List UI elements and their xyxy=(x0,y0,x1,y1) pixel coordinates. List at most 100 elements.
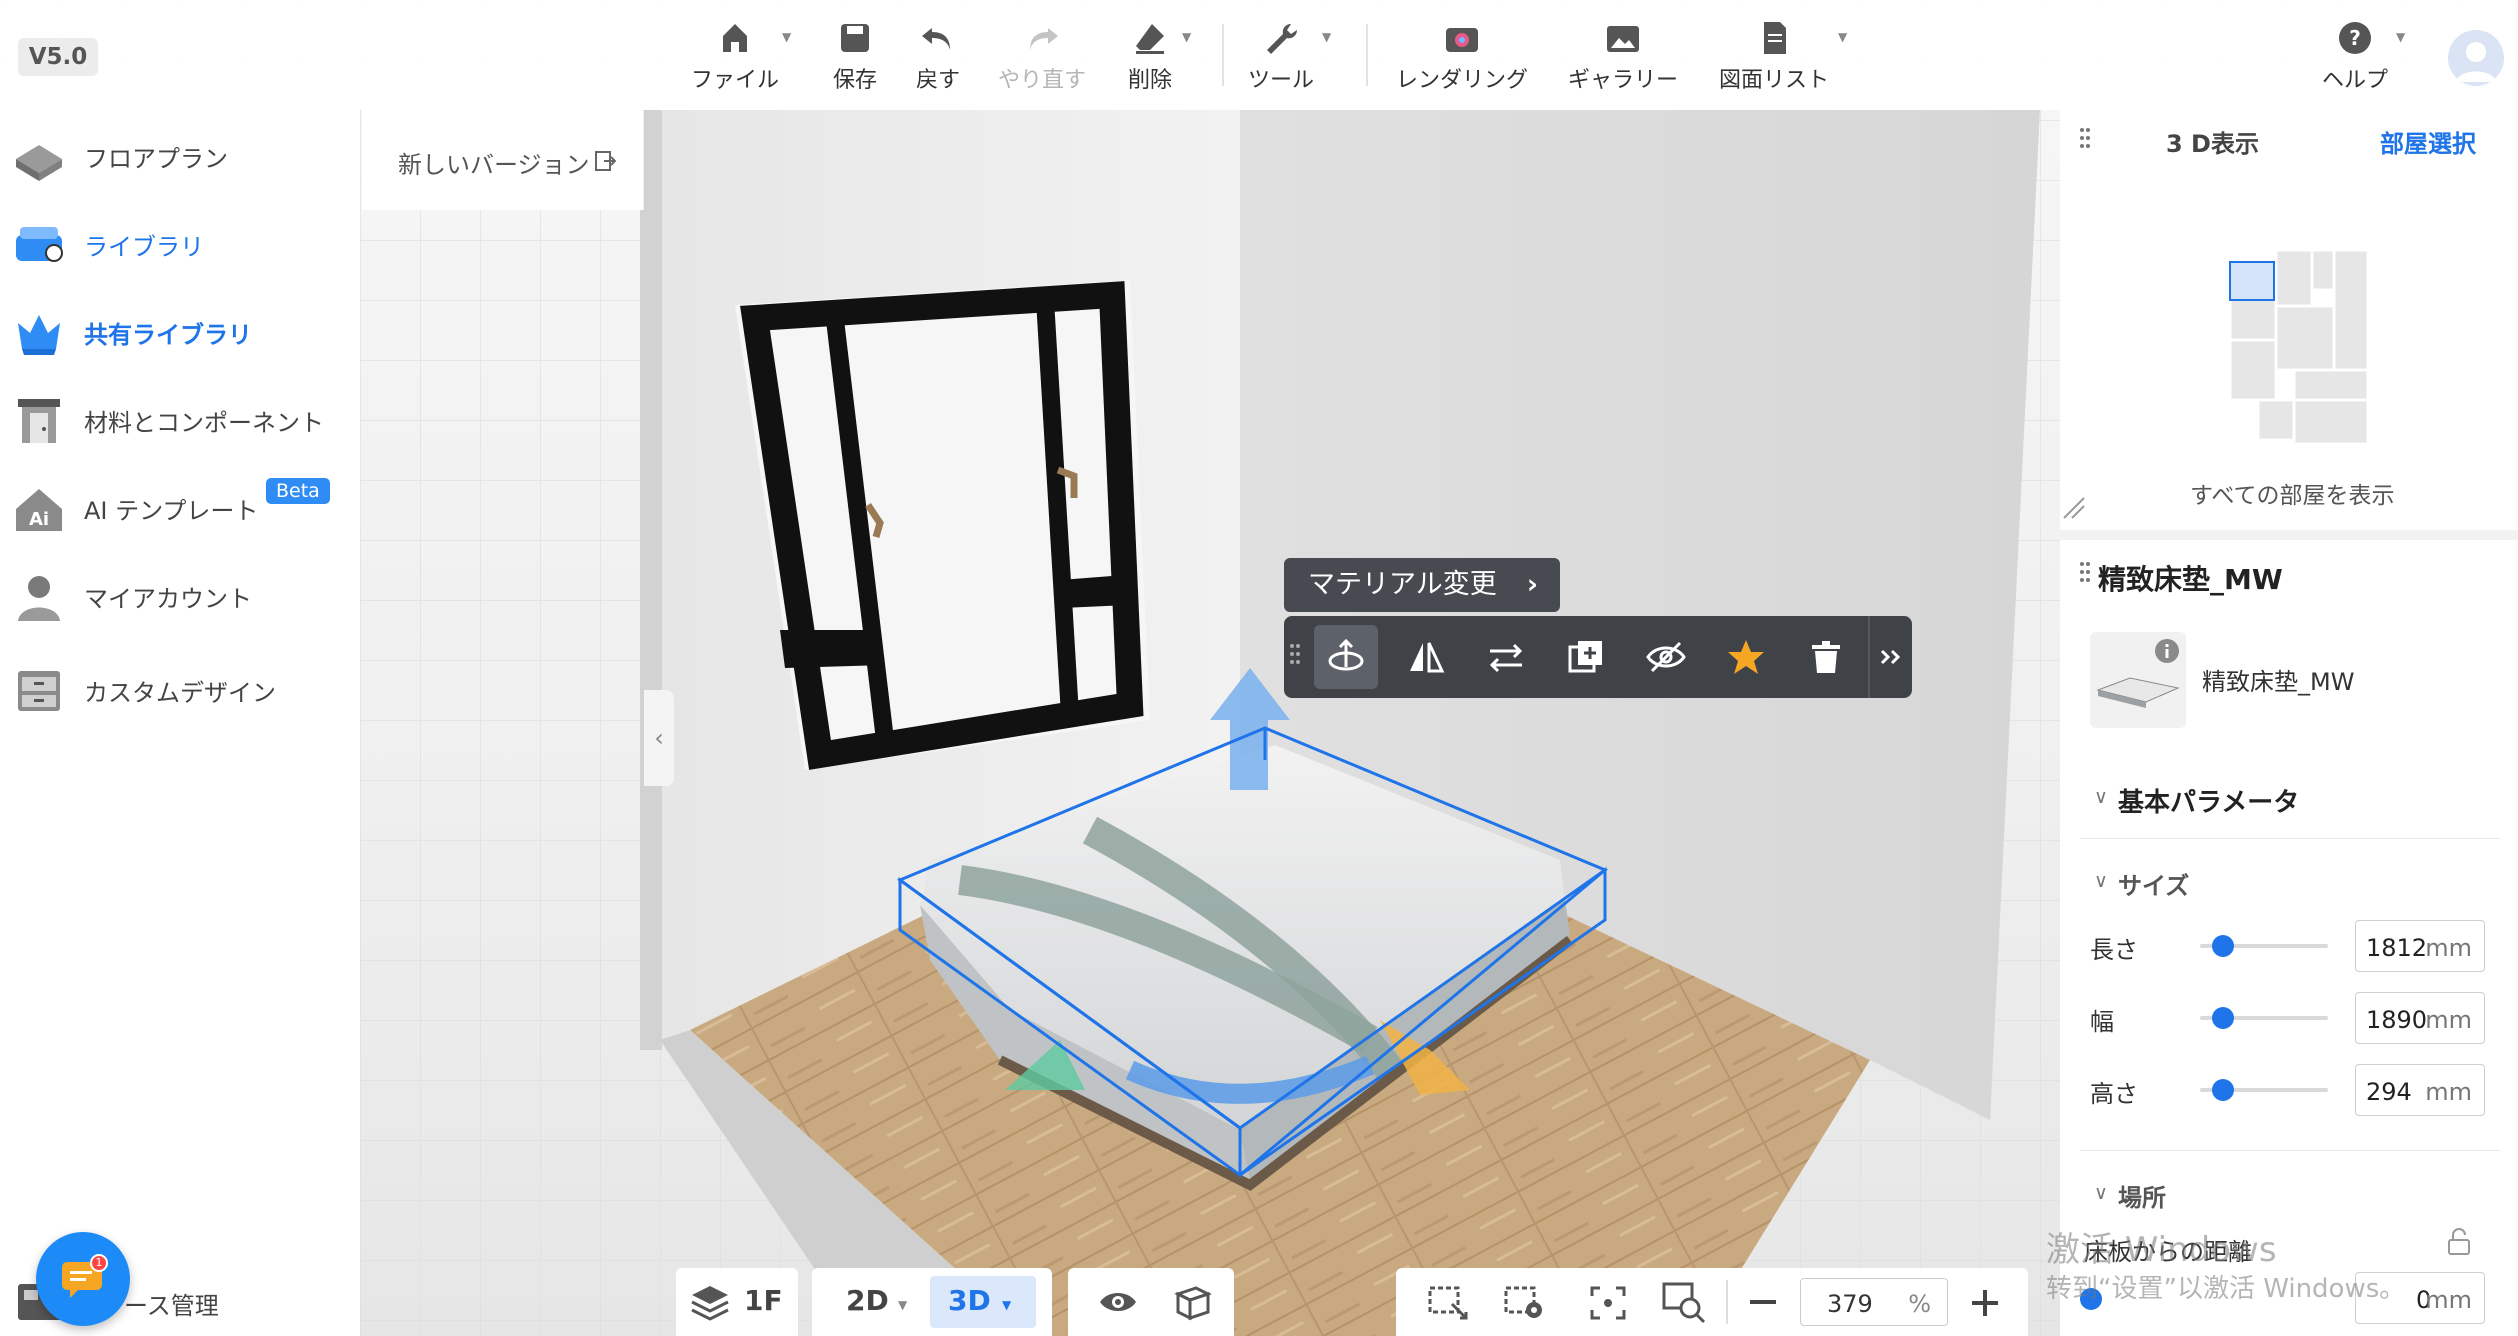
sidebar-item-shared-library[interactable]: 共有ライブラリ xyxy=(12,302,352,362)
svg-text:?: ? xyxy=(2349,26,2361,50)
zoom-search-icon[interactable] xyxy=(1662,1282,1706,1324)
width-input[interactable]: 1890 mm xyxy=(2355,992,2485,1044)
undo-icon xyxy=(922,28,950,50)
watermark-line1: 激活 Windows xyxy=(2046,1230,2277,1270)
drag-handle-icon[interactable] xyxy=(2080,560,2090,588)
expand-toolbar-button[interactable] xyxy=(1872,625,1910,689)
mirror-button[interactable] xyxy=(1394,625,1458,689)
width-slider-knob[interactable] xyxy=(2212,1007,2234,1029)
trash-icon xyxy=(1812,641,1840,673)
length-slider-knob[interactable] xyxy=(2212,935,2234,957)
room-select-link[interactable]: 部屋選択 xyxy=(2380,124,2476,159)
chevron-down-icon[interactable]: ∨ xyxy=(2094,870,2108,892)
delete-object-button[interactable] xyxy=(1794,625,1858,689)
tools-menu-button[interactable]: ツール xyxy=(1246,18,1316,98)
sidebar-item-library[interactable]: ライブラリ xyxy=(12,214,352,274)
resize-handle-icon[interactable] xyxy=(2062,496,2086,520)
library-icon xyxy=(16,227,63,262)
room-minimap[interactable] xyxy=(2228,250,2368,450)
view-settings-icon[interactable] xyxy=(1502,1284,1546,1322)
hide-button[interactable] xyxy=(1634,625,1698,689)
sidebar-item-materials[interactable]: 材料とコンポーネント xyxy=(12,390,352,450)
help-icon: ? xyxy=(2339,22,2371,54)
gallery-button[interactable]: ギャラリー xyxy=(1566,18,1680,98)
duplicate-button[interactable] xyxy=(1554,625,1618,689)
beta-badge: Beta xyxy=(266,478,330,504)
floor-selector[interactable]: 1F xyxy=(676,1268,798,1336)
delete-button[interactable]: 削除 xyxy=(1120,18,1180,98)
toolbar-divider xyxy=(1222,24,1224,86)
favorite-button[interactable] xyxy=(1714,625,1778,689)
focus-icon[interactable] xyxy=(1588,1284,1628,1322)
version-badge: V5.0 xyxy=(18,38,98,76)
height-slider-knob[interactable] xyxy=(2212,1079,2234,1101)
wrench-icon xyxy=(1267,23,1298,54)
object-title: 精致床垫_MW xyxy=(2098,563,2283,596)
chevron-down-icon[interactable]: ∨ xyxy=(2094,1182,2108,1204)
undo-button[interactable]: 戻す xyxy=(903,18,973,98)
zoom-in-icon[interactable] xyxy=(1970,1288,2000,1318)
unlock-icon[interactable] xyxy=(2446,1226,2472,1256)
delete-caret-icon: ▼ xyxy=(1182,30,1192,44)
info-icon[interactable] xyxy=(2154,638,2180,664)
watermark-line2: 转到“设置”以激活 Windows。 xyxy=(2046,1274,2406,1304)
view-2d-caret-icon[interactable]: ▼ xyxy=(898,1298,907,1312)
redo-button[interactable]: やり直す xyxy=(992,18,1092,98)
chevron-down-icon[interactable]: ∨ xyxy=(2094,786,2108,808)
swap-button[interactable] xyxy=(1474,625,1538,689)
drawing-list-caret-icon: ▼ xyxy=(1838,30,1848,44)
rotate-button[interactable] xyxy=(1314,625,1378,689)
toolbar-divider xyxy=(1366,24,1368,86)
drawing-list-button[interactable]: 図面リスト xyxy=(1716,18,1832,98)
location-section-header[interactable]: 場所 xyxy=(2118,1178,2166,1213)
collapse-sidebar-button[interactable]: ‹ xyxy=(644,690,674,786)
resource-manage-label[interactable]: ース管理 xyxy=(124,1286,219,1321)
length-input[interactable]: 1812 mm xyxy=(2355,920,2485,972)
box-view-icon[interactable] xyxy=(1172,1282,1212,1322)
chat-support-button[interactable]: 1 xyxy=(36,1232,130,1326)
top-toolbar: V5.0 ファイル ▼ 保存 戻す やり直す 削除 ▼ ツール ▼ レンダリング… xyxy=(0,0,2518,110)
height-input[interactable]: 294 mm xyxy=(2355,1064,2485,1116)
file-caret-icon: ▼ xyxy=(782,30,792,44)
show-all-rooms-link[interactable]: すべての部屋を表示 xyxy=(2190,476,2394,510)
object-thumbnail[interactable] xyxy=(2090,632,2186,728)
view-mode-switch: 2D ▼ 3D ▼ xyxy=(812,1268,1052,1336)
current-room-marker xyxy=(2229,261,2275,301)
zoom-divider xyxy=(1726,1280,1728,1324)
save-button[interactable]: 保存 xyxy=(820,18,890,98)
view-3d-caret-icon: ▼ xyxy=(1002,1298,1012,1312)
change-material-button[interactable]: マテリアル変更 › xyxy=(1284,558,1560,612)
account-icon xyxy=(18,576,60,621)
floorplan-icon xyxy=(16,145,62,181)
svg-text:Ai: Ai xyxy=(29,509,49,530)
size-section-header[interactable]: サイズ xyxy=(2118,866,2189,901)
redo-icon xyxy=(1030,28,1058,50)
help-button[interactable]: ? ヘルプ xyxy=(2320,18,2390,98)
view-2d-button[interactable]: 2D xyxy=(846,1284,889,1317)
user-avatar[interactable] xyxy=(2448,30,2504,86)
mirror-icon xyxy=(1410,642,1445,673)
fit-selection-icon[interactable] xyxy=(1426,1284,1470,1322)
chevron-right-icon: › xyxy=(1526,569,1538,600)
panel-divider xyxy=(2060,530,2518,540)
sidebar-item-my-account[interactable]: マイアカウント xyxy=(12,566,352,626)
view-3d-button[interactable]: 3D ▼ xyxy=(930,1276,1036,1328)
sidebar-item-custom-design[interactable]: カスタムデザイン xyxy=(12,660,352,720)
zoom-input[interactable]: 379 % xyxy=(1800,1278,1948,1326)
layers-icon xyxy=(691,1286,729,1321)
user-icon xyxy=(2456,42,2496,82)
chevron-left-icon: ‹ xyxy=(654,724,664,752)
sidebar-item-floorplan[interactable]: フロアプラン xyxy=(12,126,352,186)
zoom-out-icon[interactable] xyxy=(1748,1290,1778,1314)
new-version-button[interactable]: 新しいバージョン xyxy=(362,110,644,210)
rendering-button[interactable]: レンダリング xyxy=(1390,18,1534,98)
file-menu-button[interactable]: ファイル xyxy=(680,18,790,98)
crown-icon xyxy=(18,315,60,355)
rotate-icon xyxy=(1328,638,1364,671)
home-icon xyxy=(723,24,747,52)
width-label: 幅 xyxy=(2090,1008,2114,1036)
drag-handle-icon[interactable] xyxy=(1290,642,1300,672)
drag-handle-icon[interactable] xyxy=(2080,126,2090,154)
eye-icon[interactable] xyxy=(1098,1286,1138,1318)
basic-params-header[interactable]: 基本パラメータ xyxy=(2118,782,2299,819)
